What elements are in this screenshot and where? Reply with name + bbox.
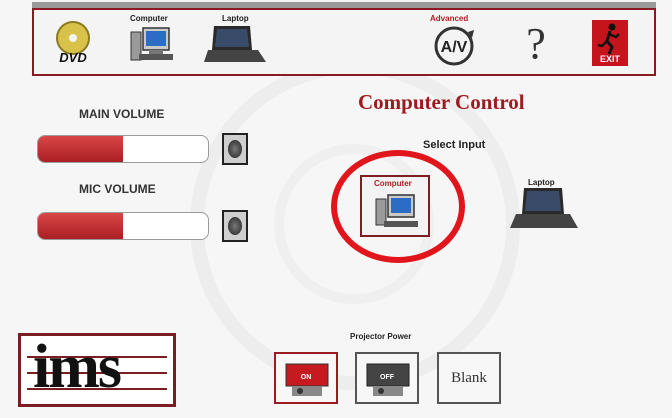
advanced-av-button[interactable]: Advanced A/V (426, 14, 482, 72)
dvd-icon: DVD (56, 21, 90, 65)
ims-logo-text: ims (33, 333, 122, 401)
main-volume-slider[interactable] (37, 135, 209, 163)
select-input-label: Select Input (423, 139, 486, 151)
main-volume-fill (38, 136, 123, 162)
projector-on-button[interactable]: ON (274, 352, 338, 404)
mic-volume-fill (38, 213, 123, 239)
laptop-input-button[interactable]: Laptop (506, 176, 582, 236)
exit-running-man-icon: EXIT (592, 20, 628, 66)
dvd-button[interactable]: DVD (48, 14, 98, 72)
laptop-icon (204, 26, 266, 62)
projector-blank-button[interactable]: Blank (437, 352, 501, 404)
computer-button[interactable]: Computer (122, 14, 182, 72)
desktop-computer-icon (130, 27, 173, 61)
laptop-label: Laptop (222, 14, 249, 23)
computer-label: Computer (130, 14, 168, 23)
selected-input-highlight-ring (331, 150, 465, 263)
exit-button[interactable]: EXIT (590, 14, 630, 72)
svg-text:DVD: DVD (59, 50, 87, 65)
projector-off-label: OFF (380, 374, 394, 381)
blank-label: Blank (451, 370, 487, 386)
laptop-icon (510, 188, 578, 228)
help-icon: ? (526, 18, 546, 68)
projector-power-label: Projector Power (350, 332, 412, 341)
mic-volume-slider[interactable] (37, 212, 209, 240)
projector-off-button[interactable]: OFF (355, 352, 419, 404)
svg-text:A/V: A/V (441, 39, 468, 56)
main-volume-label: MAIN VOLUME (79, 107, 165, 121)
projector-on-label: ON (300, 374, 312, 381)
top-toolbar: DVD Computer Laptop Advanced A/V ? EXIT (32, 8, 656, 76)
advanced-label: Advanced (430, 14, 469, 23)
mic-volume-label: MIC VOLUME (79, 182, 156, 196)
ims-logo: ims (18, 333, 176, 407)
page-title: Computer Control (358, 90, 525, 114)
svg-text:EXIT: EXIT (600, 54, 621, 64)
av-cycle-icon: A/V (434, 26, 474, 66)
main-volume-speaker-icon[interactable] (222, 133, 248, 165)
help-button[interactable]: ? (514, 14, 558, 72)
mic-volume-speaker-icon[interactable] (222, 210, 248, 242)
laptop-button[interactable]: Laptop (200, 14, 270, 72)
